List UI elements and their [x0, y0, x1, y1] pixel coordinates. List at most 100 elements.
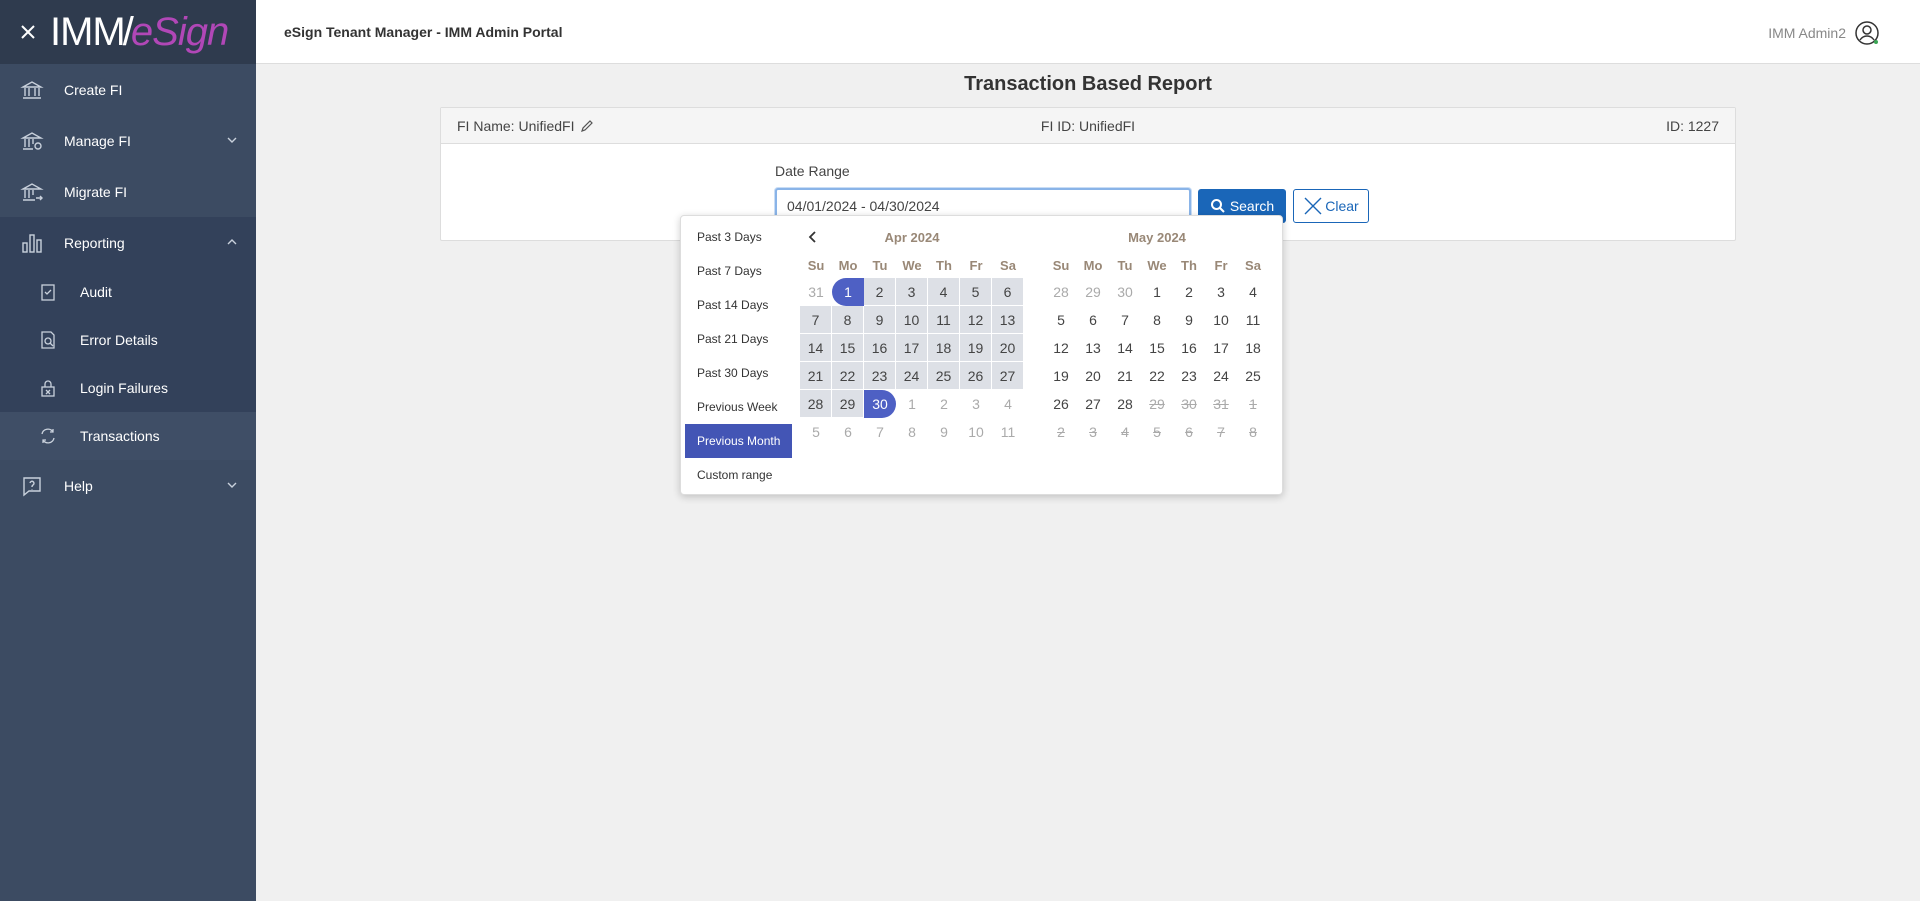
- clear-button[interactable]: Clear: [1293, 189, 1369, 223]
- calendar-day[interactable]: 23: [1173, 362, 1205, 390]
- calendar-day[interactable]: 28: [800, 390, 832, 418]
- calendar-day[interactable]: 17: [896, 334, 928, 362]
- calendar-day[interactable]: 8: [832, 306, 864, 334]
- calendar-day[interactable]: 30: [1109, 278, 1141, 306]
- range-preset-past-21-days[interactable]: Past 21 Days: [685, 322, 792, 356]
- month-label: May 2024: [1128, 229, 1186, 245]
- calendar-day[interactable]: 8: [1141, 306, 1173, 334]
- sidebar-item-transactions[interactable]: Transactions: [0, 412, 256, 460]
- calendar-day[interactable]: 5: [960, 278, 992, 306]
- calendar-day[interactable]: 1: [832, 278, 864, 306]
- calendar-day[interactable]: 22: [832, 362, 864, 390]
- calendar-day[interactable]: 6: [992, 278, 1024, 306]
- calendar-day[interactable]: 16: [864, 334, 896, 362]
- calendar-day[interactable]: 21: [800, 362, 832, 390]
- calendar-day[interactable]: 7: [864, 418, 896, 446]
- user-avatar-icon[interactable]: [1854, 20, 1880, 46]
- calendar-day[interactable]: 4: [992, 390, 1024, 418]
- calendar-day[interactable]: 26: [960, 362, 992, 390]
- sidebar-item-login-failures[interactable]: Login Failures: [0, 364, 256, 412]
- calendar-day[interactable]: 11: [1237, 306, 1269, 334]
- calendar-day[interactable]: 20: [992, 334, 1024, 362]
- calendar-day[interactable]: 14: [1109, 334, 1141, 362]
- calendar-day[interactable]: 22: [1141, 362, 1173, 390]
- calendar-day[interactable]: 11: [928, 306, 960, 334]
- calendar-day[interactable]: 10: [960, 418, 992, 446]
- calendar-day[interactable]: 28: [1109, 390, 1141, 418]
- calendar-day[interactable]: 5: [800, 418, 832, 446]
- calendar-day[interactable]: 27: [992, 362, 1024, 390]
- calendar-day[interactable]: 18: [1237, 334, 1269, 362]
- calendar-day[interactable]: 1: [1141, 278, 1173, 306]
- calendar-day[interactable]: 12: [1045, 334, 1077, 362]
- calendar-day[interactable]: 6: [1077, 306, 1109, 334]
- calendar-day[interactable]: 2: [1173, 278, 1205, 306]
- range-preset-custom-range[interactable]: Custom range: [685, 458, 792, 492]
- calendar-day[interactable]: 15: [1141, 334, 1173, 362]
- calendar-day[interactable]: 7: [800, 306, 832, 334]
- range-preset-previous-week[interactable]: Previous Week: [685, 390, 792, 424]
- calendar-week: 2 3 4 5 6 7 8: [1045, 418, 1269, 446]
- calendar-day[interactable]: 3: [960, 390, 992, 418]
- calendar-day[interactable]: 4: [928, 278, 960, 306]
- calendar-day[interactable]: 20: [1077, 362, 1109, 390]
- calendar-day[interactable]: 12: [960, 306, 992, 334]
- calendar-day[interactable]: 24: [1205, 362, 1237, 390]
- close-icon[interactable]: [18, 22, 38, 42]
- sidebar-item-help[interactable]: Help: [0, 460, 256, 511]
- sidebar-item-error-details[interactable]: Error Details: [0, 316, 256, 364]
- sidebar-item-create-fi[interactable]: Create FI: [0, 64, 256, 115]
- calendar-day[interactable]: 9: [928, 418, 960, 446]
- calendar-day[interactable]: 2: [864, 278, 896, 306]
- calendar-day[interactable]: 23: [864, 362, 896, 390]
- calendar-day[interactable]: 25: [1237, 362, 1269, 390]
- calendar-day[interactable]: 30: [864, 390, 896, 418]
- calendar-day[interactable]: 24: [896, 362, 928, 390]
- calendar-day[interactable]: 26: [1045, 390, 1077, 418]
- calendar-day[interactable]: 9: [864, 306, 896, 334]
- calendar-day[interactable]: 27: [1077, 390, 1109, 418]
- calendar-day[interactable]: 8: [896, 418, 928, 446]
- calendar-day[interactable]: 6: [832, 418, 864, 446]
- chevron-left-icon[interactable]: [806, 230, 820, 244]
- calendar-day[interactable]: 28: [1045, 278, 1077, 306]
- range-preset-past-30-days[interactable]: Past 30 Days: [685, 356, 792, 390]
- calendar-day[interactable]: 31: [800, 278, 832, 306]
- calendar-day[interactable]: 1: [896, 390, 928, 418]
- range-preset-past-14-days[interactable]: Past 14 Days: [685, 288, 792, 322]
- calendar-day[interactable]: 17: [1205, 334, 1237, 362]
- calendar-day[interactable]: 29: [1077, 278, 1109, 306]
- pencil-icon[interactable]: [580, 119, 594, 133]
- calendar-day[interactable]: 3: [896, 278, 928, 306]
- sidebar-item-manage-fi[interactable]: Manage FI: [0, 115, 256, 166]
- calendar-day[interactable]: 11: [992, 418, 1024, 446]
- calendar-day[interactable]: 4: [1237, 278, 1269, 306]
- calendar-day[interactable]: 16: [1173, 334, 1205, 362]
- app-title: eSign Tenant Manager - IMM Admin Portal: [284, 23, 563, 40]
- search-button-label: Search: [1229, 198, 1275, 214]
- calendar-day[interactable]: 3: [1205, 278, 1237, 306]
- calendar-day[interactable]: 18: [928, 334, 960, 362]
- range-preset-past-7-days[interactable]: Past 7 Days: [685, 254, 792, 288]
- calendar-day[interactable]: 5: [1045, 306, 1077, 334]
- calendar-day[interactable]: 7: [1109, 306, 1141, 334]
- calendar-day[interactable]: 21: [1109, 362, 1141, 390]
- calendar-day[interactable]: 29: [832, 390, 864, 418]
- calendar-day[interactable]: 13: [1077, 334, 1109, 362]
- calendar-day[interactable]: 25: [928, 362, 960, 390]
- calendar-day[interactable]: 2: [928, 390, 960, 418]
- calendar-day[interactable]: 15: [832, 334, 864, 362]
- calendar-day[interactable]: 13: [992, 306, 1024, 334]
- sidebar-item-audit[interactable]: Audit: [0, 268, 256, 316]
- calendar-day[interactable]: 10: [896, 306, 928, 334]
- sidebar-item-migrate-fi[interactable]: Migrate FI: [0, 166, 256, 217]
- range-preset-past-3-days[interactable]: Past 3 Days: [685, 220, 792, 254]
- calendar-day[interactable]: 19: [1045, 362, 1077, 390]
- calendar-day[interactable]: 14: [800, 334, 832, 362]
- sidebar-item-reporting[interactable]: Reporting: [0, 217, 256, 268]
- calendar-day[interactable]: 10: [1205, 306, 1237, 334]
- calendar-day[interactable]: 9: [1173, 306, 1205, 334]
- calendar-day[interactable]: 19: [960, 334, 992, 362]
- user-menu[interactable]: IMM Admin2: [1768, 20, 1880, 46]
- range-preset-previous-month[interactable]: Previous Month: [685, 424, 792, 458]
